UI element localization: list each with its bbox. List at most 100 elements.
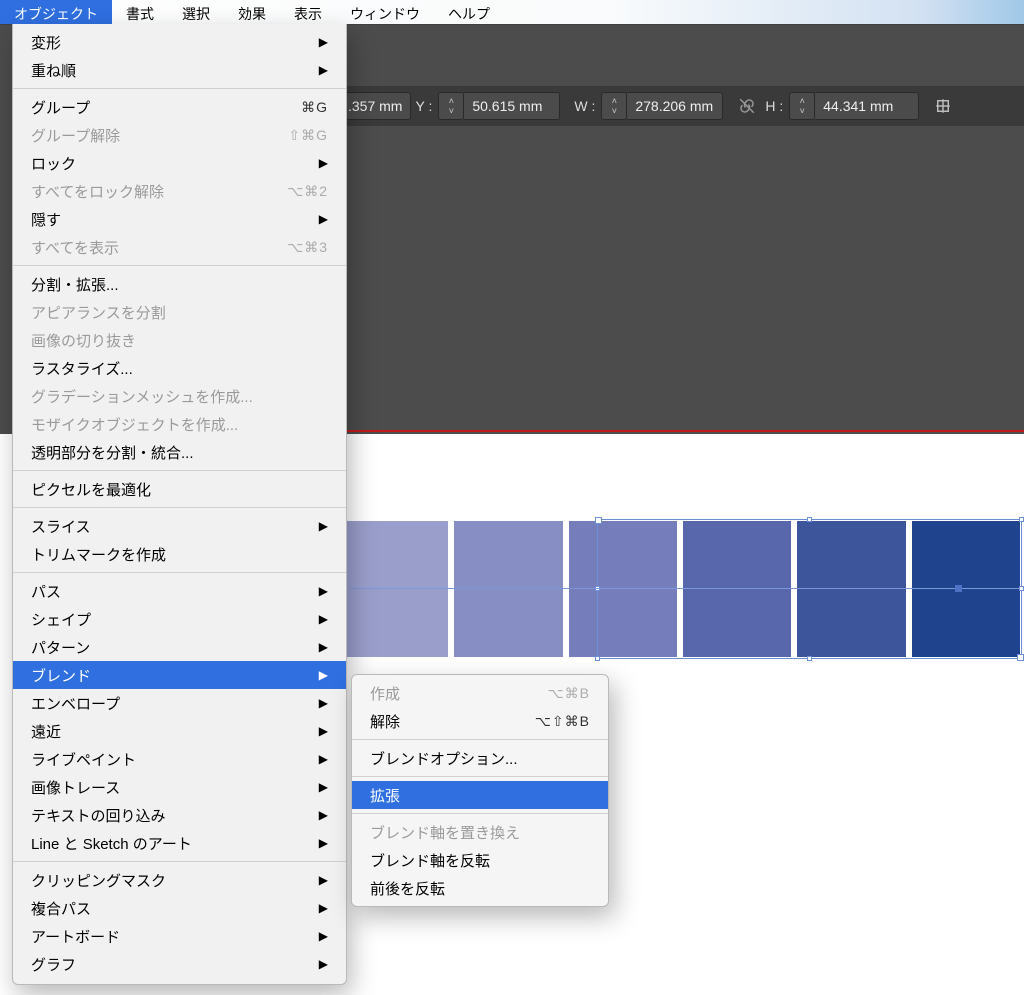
submenu-item[interactable]: 前後を反転 <box>352 874 608 902</box>
menu-item[interactable]: グラフ▶ <box>13 950 346 978</box>
menu-object[interactable]: オブジェクト <box>0 0 112 24</box>
menu-item[interactable]: 隠す ▶ <box>13 205 346 233</box>
swatch-6[interactable] <box>912 521 1020 657</box>
menu-window[interactable]: ウィンドウ <box>336 0 434 24</box>
menu-item[interactable]: シェイプ ▶ <box>13 605 346 633</box>
submenu-arrow-icon: ▶ <box>319 640 328 654</box>
menu-item[interactable]: グループ⌘G <box>13 93 346 121</box>
w-stepper[interactable]: ˄˅ <box>601 92 627 120</box>
menu-item-label: 変形 <box>31 32 311 53</box>
submenu-arrow-icon: ▶ <box>319 752 328 766</box>
submenu-item-label: ブレンドオプション... <box>370 748 590 769</box>
menu-item-label: すべてをロック解除 <box>31 181 287 202</box>
menu-item[interactable]: 重ね順▶ <box>13 56 346 84</box>
submenu-item[interactable]: 拡張 <box>352 781 608 809</box>
submenu-arrow-icon: ▶ <box>319 668 328 682</box>
menu-item-label: ライブペイント <box>31 749 311 770</box>
submenu-arrow-icon: ▶ <box>319 212 328 226</box>
h-stepper[interactable]: ˄˅ <box>789 92 815 120</box>
menu-item: グループ解除⇧⌘G <box>13 121 346 149</box>
menu-item-shortcut: ⇧⌘G <box>288 127 328 144</box>
menu-item-label: トリムマークを作成 <box>31 544 328 565</box>
menu-item-label: クリッピングマスク <box>31 870 311 891</box>
submenu-arrow-icon: ▶ <box>319 836 328 850</box>
menu-item-label: グループ解除 <box>31 125 288 146</box>
options-bar: .357 mm Y : ˄˅ 50.615 mm W : ˄˅ 278.206 … <box>340 86 1024 126</box>
menu-view[interactable]: 表示 <box>280 0 336 24</box>
menu-item-label: モザイクオブジェクトを作成... <box>31 414 328 435</box>
swatch-1[interactable] <box>340 521 448 657</box>
submenu-item[interactable]: ブレンドオプション... <box>352 744 608 772</box>
y-stepper[interactable]: ˄˅ <box>438 92 464 120</box>
menu-item-label: 画像の切り抜き <box>31 330 328 351</box>
w-value[interactable]: 278.206 mm <box>627 92 723 120</box>
submenu-arrow-icon: ▶ <box>319 584 328 598</box>
menu-item-label: アピアランスを分割 <box>31 302 328 323</box>
menu-item[interactable]: パターン▶ <box>13 633 346 661</box>
menu-item[interactable]: ラスタライズ... <box>13 354 346 382</box>
menu-item[interactable]: エンベロープ ▶ <box>13 689 346 717</box>
submenu-arrow-icon: ▶ <box>319 957 328 971</box>
submenu-arrow-icon: ▶ <box>319 696 328 710</box>
menu-item-label: シェイプ <box>31 609 311 630</box>
menu-item[interactable]: ブレンド ▶ <box>13 661 346 689</box>
blend-swatches[interactable] <box>340 521 1020 657</box>
menu-item: 画像の切り抜き <box>13 326 346 354</box>
submenu-item[interactable]: 解除⌥⇧⌘B <box>352 707 608 735</box>
menu-item-label: グラデーションメッシュを作成... <box>31 386 328 407</box>
menu-item[interactable]: テキストの回り込み▶ <box>13 801 346 829</box>
menu-item[interactable]: パス ▶ <box>13 577 346 605</box>
menu-item[interactable]: 分割・拡張... <box>13 270 346 298</box>
submenu-arrow-icon: ▶ <box>319 519 328 533</box>
menu-item-label: パス <box>31 581 311 602</box>
menu-item[interactable]: ライブペイント ▶ <box>13 745 346 773</box>
menu-item[interactable]: アートボード▶ <box>13 922 346 950</box>
swatch-4[interactable] <box>683 521 791 657</box>
submenu-item-shortcut: ⌥⌘B <box>548 685 590 702</box>
menu-item-label: グループ <box>31 97 301 118</box>
submenu-arrow-icon: ▶ <box>319 63 328 77</box>
menu-item: アピアランスを分割 <box>13 298 346 326</box>
menu-item[interactable]: 変形 ▶ <box>13 28 346 56</box>
submenu-arrow-icon: ▶ <box>319 808 328 822</box>
submenu-arrow-icon: ▶ <box>319 780 328 794</box>
menu-item: グラデーションメッシュを作成... <box>13 382 346 410</box>
menu-item-label: ブレンド <box>31 665 311 686</box>
menu-item[interactable]: スライス▶ <box>13 512 346 540</box>
menu-item[interactable]: 透明部分を分割・統合... <box>13 438 346 466</box>
menu-item[interactable]: 複合パス▶ <box>13 894 346 922</box>
h-value[interactable]: 44.341 mm <box>815 92 919 120</box>
submenu-arrow-icon: ▶ <box>319 35 328 49</box>
swatch-5[interactable] <box>797 521 905 657</box>
swatch-2[interactable] <box>454 521 562 657</box>
menu-item-label: アートボード <box>31 926 311 947</box>
link-wh-icon[interactable] <box>733 92 761 120</box>
menu-item-label: ラスタライズ... <box>31 358 328 379</box>
menu-item-label: すべてを表示 <box>31 237 287 258</box>
menu-select[interactable]: 選択 <box>168 0 224 24</box>
menu-help[interactable]: ヘルプ <box>434 0 504 24</box>
menu-item[interactable]: 画像トレース▶ <box>13 773 346 801</box>
x-value[interactable]: .357 mm <box>340 92 411 120</box>
submenu-item-label: 拡張 <box>370 785 590 806</box>
menu-format[interactable]: 書式 <box>112 0 168 24</box>
swatch-3[interactable] <box>569 521 677 657</box>
submenu-item-label: 作成 <box>370 683 548 704</box>
reset-bounds-icon[interactable] <box>929 92 957 120</box>
menu-item-shortcut: ⌥⌘3 <box>287 239 328 256</box>
y-value[interactable]: 50.615 mm <box>464 92 560 120</box>
menu-item-shortcut: ⌘G <box>301 99 328 116</box>
menu-item: すべてをロック解除⌥⌘2 <box>13 177 346 205</box>
menu-item[interactable]: ピクセルを最適化 <box>13 475 346 503</box>
submenu-arrow-icon: ▶ <box>319 612 328 626</box>
menu-item[interactable]: トリムマークを作成 <box>13 540 346 568</box>
menu-effect[interactable]: 効果 <box>224 0 280 24</box>
menu-item[interactable]: ロック▶ <box>13 149 346 177</box>
menu-item-label: エンベロープ <box>31 693 311 714</box>
menu-item[interactable]: Line と Sketch のアート▶ <box>13 829 346 857</box>
menu-item-label: 隠す <box>31 209 311 230</box>
menu-item[interactable]: 遠近▶ <box>13 717 346 745</box>
submenu-item[interactable]: ブレンド軸を反転 <box>352 846 608 874</box>
menu-item[interactable]: クリッピングマスク▶ <box>13 866 346 894</box>
menu-item-label: ロック <box>31 153 311 174</box>
